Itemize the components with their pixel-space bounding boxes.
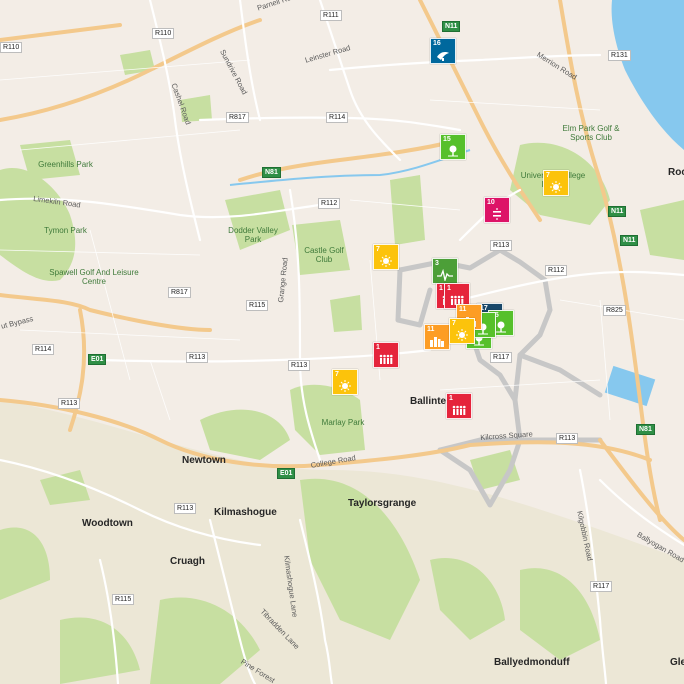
road-shield: R825 [603,305,626,316]
park-label: Marlay Park [321,418,365,427]
park-label: Spawell Golf And Leisure Centre [49,268,139,286]
road-shield: R112 [318,198,341,209]
road-shield: R113 [58,398,81,409]
sdg-goal-number: 7 [452,320,456,327]
road-shield: R114 [326,112,349,123]
road-shield: E01 [88,354,107,365]
place-label: Cruagh [170,556,205,567]
sdg-marker-goal-11[interactable]: 11 [424,324,450,350]
park-area [390,175,425,245]
road-shield: R117 [490,352,513,363]
sdg-goal-number: 1 [449,395,453,402]
road-shield: R113 [556,433,579,444]
sun-icon [454,328,470,341]
place-label: Rock [668,167,684,178]
road-shield: R131 [608,50,631,61]
sdg-marker-goal-7[interactable]: 7 [373,244,399,270]
road-shield: N11 [442,21,461,32]
road-shield: R117 [590,581,613,592]
place-label: Taylorsgrange [348,498,417,509]
sdg-goal-number: 15 [443,136,451,143]
park-area [200,409,290,460]
road-shield: R113 [490,240,513,251]
reservoir-water [604,365,656,407]
sdg-goal-number: 7 [335,371,339,378]
road-shield: N11 [620,235,639,246]
people-icon [451,403,467,415]
city-icon [429,334,445,347]
road-shield: R817 [226,112,249,123]
sdg-marker-goal-7[interactable]: 7 [449,318,475,344]
park-area [640,200,684,260]
place-label: Ballyedmonduff [494,657,570,668]
place-label: Woodtown [82,518,133,529]
road-shield: R115 [112,594,135,605]
place-label: Glen [670,657,684,668]
sdg-marker-goal-15[interactable]: 15 [440,134,466,160]
map-base-layer [0,0,684,684]
road-shield: R817 [168,287,191,298]
sdg-goal-number: 1 [447,285,451,292]
sdg-goal-number: 1 [376,344,380,351]
sdg-marker-goal-7[interactable]: 7 [543,170,569,196]
park-area [330,295,362,332]
place-label: Newtown [182,455,226,466]
sun-icon [378,254,394,267]
sdg-goal-number: 16 [433,40,441,47]
road-shield: R110 [152,28,175,39]
heartbeat-icon [437,268,453,283]
road-shield: R115 [246,300,269,311]
sdg-goal-number: 11 [459,306,467,313]
road-shield: R113 [288,360,311,371]
road-shield: R114 [32,344,55,355]
road-shield: R111 [320,10,342,21]
road-shield: N11 [608,206,627,217]
tree-icon [445,144,461,157]
sdg-marker-goal-1[interactable]: 1 [446,393,472,419]
road-shield: R112 [545,265,568,276]
sun-icon [548,180,564,193]
sdg-goal-number: 7 [376,246,380,253]
road-shield: R113 [186,352,209,363]
park-label: Castle Golf Club [304,246,344,264]
sdg-goal-number: 11 [427,326,435,333]
sdg-goal-number: 3 [435,260,439,267]
place-label: Kilmashogue [214,507,277,518]
park-label: Tymon Park [44,226,87,235]
sdg-goal-number: 7 [546,172,550,179]
equality-icon [489,207,505,220]
sdg-marker-goal-10[interactable]: 10 [484,197,510,223]
map-canvas[interactable]: R110 R110 R111 R131 R114 R817 R112 R113 R112 R817… [0,0,684,684]
park-area [0,168,76,281]
road-shield: N81 [262,167,281,178]
road-shield: R113 [174,503,197,514]
sdg-marker-goal-1[interactable]: 1 [373,342,399,368]
sun-icon [337,379,353,392]
sdg-marker-goal-3[interactable]: 3 [432,258,458,284]
park-label: Elm Park Golf & Sports Club [562,124,620,142]
park-label: Greenhills Park [38,160,93,169]
sdg-goal-number: 10 [487,199,495,206]
sdg-goal-number: 1 [439,285,443,292]
road-shield: E01 [277,468,296,479]
dove-icon [435,48,451,61]
road-shield: N81 [636,424,655,435]
sdg-marker-goal-16[interactable]: 16 [430,38,456,64]
road-shield: R110 [0,42,23,53]
people-icon [378,352,394,364]
sdg-marker-goal-7[interactable]: 7 [332,369,358,395]
park-label: Dodder Valley Park [228,226,278,244]
